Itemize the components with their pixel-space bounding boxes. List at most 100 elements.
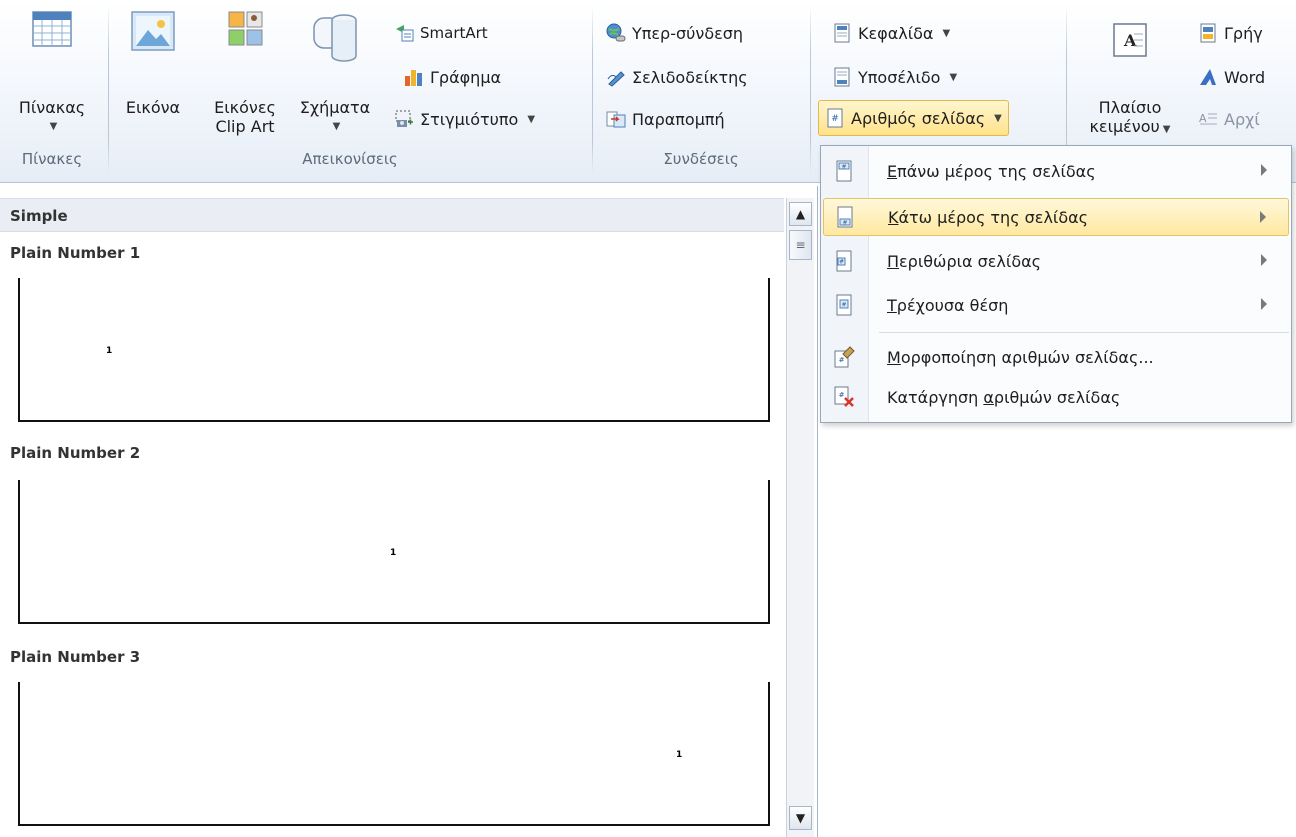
header-icon bbox=[834, 23, 850, 43]
svg-text:#: # bbox=[841, 302, 846, 309]
table-button[interactable]: Πίνακας ▼ bbox=[0, 6, 104, 136]
menu-label-accel: Μ bbox=[887, 347, 901, 367]
screenshot-icon bbox=[395, 110, 413, 127]
group-label-tables: Πίνακες bbox=[21, 150, 83, 168]
header-button[interactable]: Κεφαλίδα ▼ bbox=[832, 18, 950, 48]
menu-item-format-page-numbers[interactable]: # Μορφοποίηση αριθμών σελίδας... bbox=[823, 338, 1289, 376]
menu-label-accel: Π bbox=[887, 251, 900, 271]
crossref-label: Παραπομπή bbox=[632, 109, 725, 129]
menu-item-bottom-of-page[interactable]: # Κάτω μέρος της σελίδας bbox=[823, 198, 1289, 236]
gallery-section-header: Simple bbox=[0, 198, 784, 232]
hyperlink-label: Υπερ-σύνδεση bbox=[632, 23, 744, 43]
quickparts-label: Γρήγ bbox=[1224, 23, 1263, 43]
svg-text:#: # bbox=[839, 356, 845, 364]
gallery-item-plain-number-3[interactable]: 1 bbox=[18, 682, 770, 826]
clipart-button[interactable]: Εικόνες Clip Art bbox=[200, 6, 290, 136]
submenu-arrow-icon bbox=[1261, 254, 1267, 266]
page-bottom-number-icon: # bbox=[837, 206, 853, 228]
menu-label-post: πάνω μέρος της σελίδας bbox=[897, 161, 1096, 181]
page-top-number-icon: # bbox=[836, 160, 852, 182]
menu-item-page-margins[interactable]: # Περιθώρια σελίδας bbox=[823, 242, 1289, 280]
bookmark-label: Σελιδοδείκτης bbox=[632, 67, 748, 87]
picture-icon bbox=[131, 11, 175, 51]
page-number-icon: # bbox=[827, 108, 843, 128]
group-separator bbox=[108, 4, 109, 174]
dropcap-button[interactable]: A Αρχί bbox=[1198, 104, 1260, 134]
chevron-down-icon: ▼ bbox=[949, 71, 958, 83]
shapes-button[interactable]: Σχήματα ▼ bbox=[288, 6, 382, 136]
crossref-button[interactable]: Παραπομπή bbox=[606, 104, 725, 134]
arrow-up-icon: ▲ bbox=[795, 207, 806, 221]
chevron-down-icon: ▼ bbox=[527, 113, 536, 125]
shapes-button-label: Σχήματα bbox=[299, 98, 371, 117]
smartart-button[interactable]: SmartArt bbox=[394, 18, 488, 48]
textbox-icon: A bbox=[1113, 23, 1147, 57]
dropcap-label: Αρχί bbox=[1224, 109, 1260, 129]
textbox-label-1: Πλαίσιο bbox=[1098, 98, 1162, 117]
svg-text:#: # bbox=[842, 220, 847, 227]
gallery-item-title: Plain Number 2 bbox=[10, 444, 141, 462]
menu-label-post: ριθμών σελίδας bbox=[993, 387, 1121, 407]
chevron-down-icon: ▼ bbox=[942, 27, 951, 39]
smartart-label: SmartArt bbox=[420, 24, 488, 42]
scroll-up-button[interactable]: ▲ bbox=[789, 202, 812, 226]
bookmark-button[interactable]: Σελιδοδείκτης bbox=[606, 62, 748, 92]
grip-icon: ≡ bbox=[795, 238, 806, 252]
page-number-gallery: Simple Plain Number 1 1 Plain Number 2 1… bbox=[0, 186, 818, 837]
gallery-item-title: Plain Number 3 bbox=[10, 648, 141, 666]
menu-label-accel: Τ bbox=[887, 295, 897, 315]
menu-label-post: ρέχουσα θέση bbox=[896, 295, 1009, 315]
format-page-numbers-icon: # bbox=[834, 346, 855, 368]
menu-item-top-of-page[interactable]: # Επάνω μέρος της σελίδας bbox=[823, 152, 1289, 190]
scroll-thumb[interactable]: ≡ bbox=[789, 230, 812, 260]
current-position-number-icon: # bbox=[836, 294, 852, 316]
footer-icon bbox=[834, 67, 850, 87]
menu-label-accel: Ε bbox=[887, 161, 898, 181]
menu-label-post: ορφοποίηση αριθμών σελίδας... bbox=[900, 347, 1154, 367]
cross-reference-icon bbox=[606, 111, 626, 128]
page-number-preview: 1 bbox=[676, 750, 683, 760]
quickparts-button[interactable]: Γρήγ bbox=[1198, 18, 1263, 48]
wordart-button[interactable]: Word bbox=[1198, 62, 1265, 92]
clipart-label-2: Clip Art bbox=[215, 117, 275, 136]
remove-page-numbers-icon: # bbox=[834, 386, 854, 407]
gallery-item-title: Plain Number 1 bbox=[10, 244, 141, 262]
gallery-item-plain-number-1[interactable]: 1 bbox=[18, 278, 770, 422]
smartart-icon bbox=[396, 25, 414, 42]
picture-button-label: Εικόνα bbox=[125, 98, 181, 117]
wordart-label: Word bbox=[1224, 67, 1266, 87]
menu-label-post: άτω μέρος της σελίδας bbox=[898, 207, 1089, 227]
gallery-scrollbar[interactable]: ▲ ≡ ▼ bbox=[786, 198, 814, 837]
page-number-menu: # Επάνω μέρος της σελίδας # Κάτω μέρος τ… bbox=[820, 145, 1292, 423]
screenshot-button[interactable]: Στιγμιότυπο ▼ bbox=[394, 104, 535, 134]
page-number-label: Αριθμός σελίδας bbox=[851, 108, 986, 128]
group-label-links: Συνδέσεις bbox=[663, 150, 739, 168]
hyperlink-button[interactable]: Υπερ-σύνδεση bbox=[606, 18, 743, 48]
svg-text:A: A bbox=[1199, 112, 1207, 125]
textbox-button[interactable]: A Πλαίσιο κειμένου ▼ bbox=[1080, 6, 1180, 139]
chevron-down-icon: ▼ bbox=[332, 121, 341, 132]
chevron-down-icon: ▼ bbox=[49, 121, 58, 132]
menu-label-post: εριθώρια σελίδας bbox=[899, 251, 1042, 271]
svg-text:#: # bbox=[839, 391, 845, 399]
submenu-arrow-icon bbox=[1261, 164, 1267, 176]
quick-parts-icon bbox=[1200, 23, 1216, 43]
svg-text:#: # bbox=[839, 259, 844, 266]
clipart-icon bbox=[228, 11, 263, 46]
svg-text:#: # bbox=[841, 164, 846, 171]
menu-label-pre: Κατάργηση bbox=[887, 387, 984, 407]
gallery-item-plain-number-2[interactable]: 1 bbox=[18, 480, 770, 624]
scroll-down-button[interactable]: ▼ bbox=[789, 806, 812, 830]
page-number-button[interactable]: # Αριθμός σελίδας ▼ bbox=[818, 100, 1009, 136]
chevron-down-icon: ▼ bbox=[1162, 124, 1171, 135]
menu-item-current-position[interactable]: # Τρέχουσα θέση bbox=[823, 286, 1289, 324]
picture-button[interactable]: Εικόνα bbox=[118, 6, 188, 117]
menu-item-remove-page-numbers[interactable]: # Κατάργηση αριθμών σελίδας bbox=[823, 378, 1289, 416]
footer-button[interactable]: Υποσέλιδο ▼ bbox=[832, 62, 957, 92]
footer-label: Υποσέλιδο bbox=[858, 67, 941, 87]
submenu-arrow-icon bbox=[1260, 211, 1266, 223]
table-icon bbox=[32, 11, 72, 47]
menu-label-accel: α bbox=[983, 387, 994, 407]
svg-text:#: # bbox=[831, 114, 839, 124]
chart-button[interactable]: Γράφημα bbox=[404, 62, 501, 92]
